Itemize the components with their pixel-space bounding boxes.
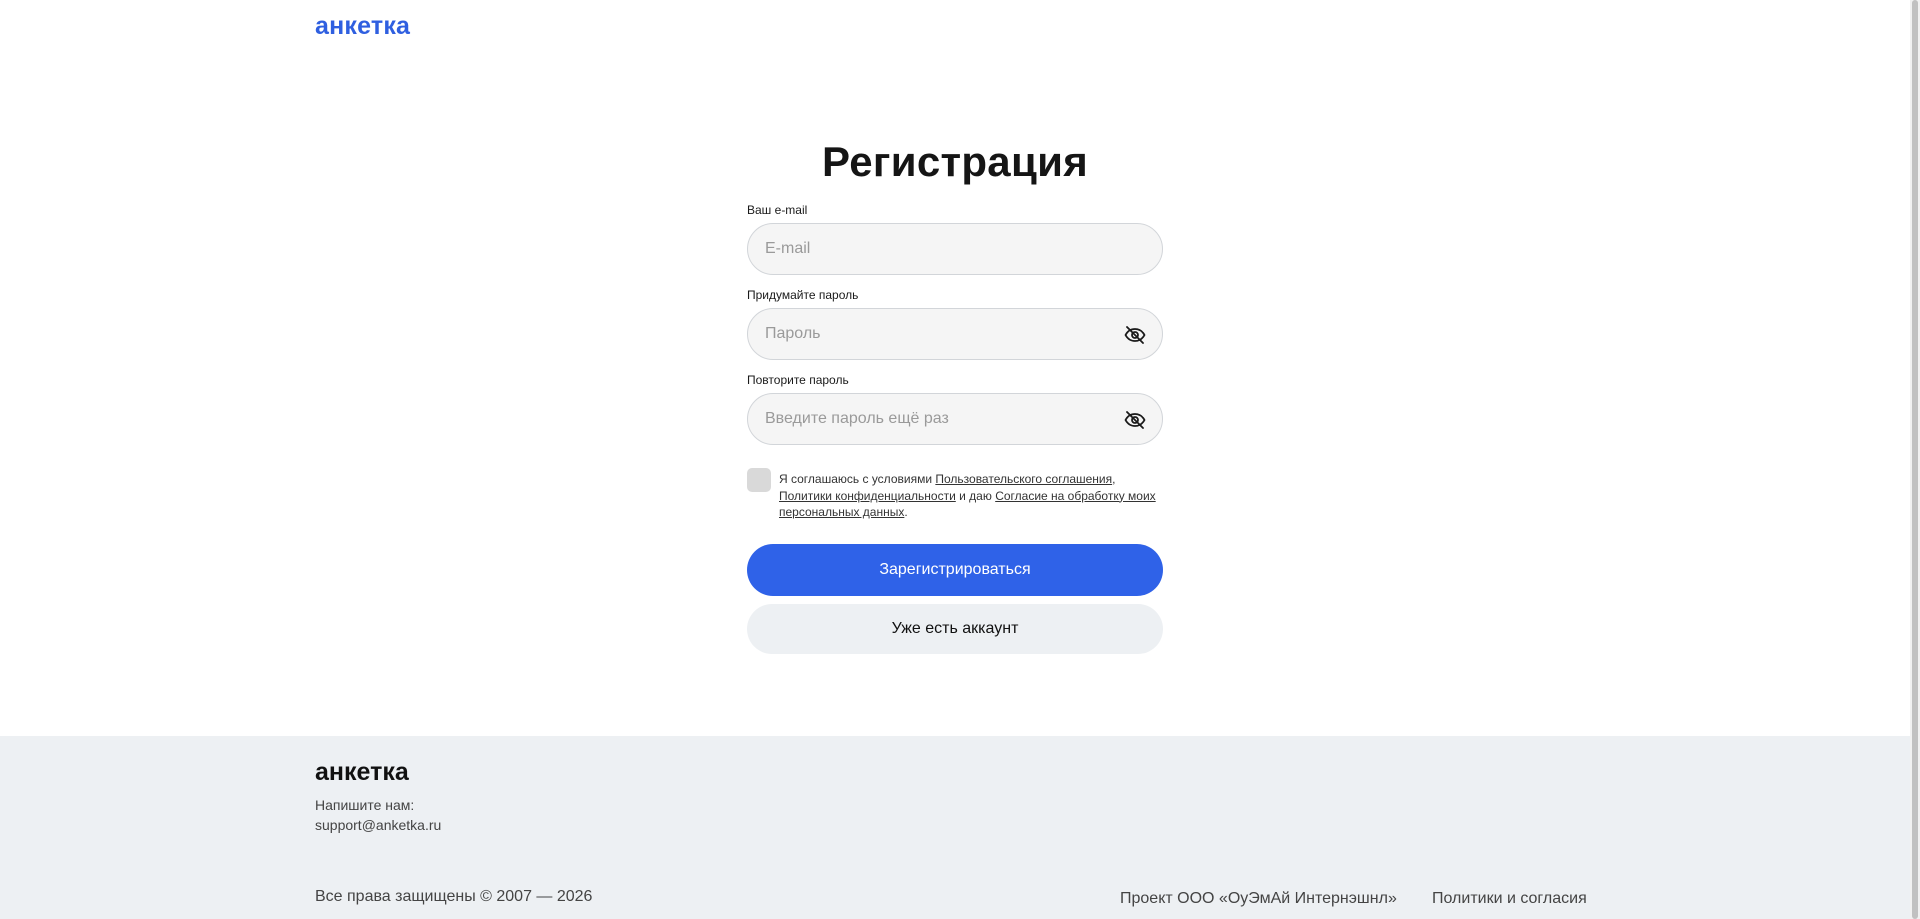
agreement-text-part: Я соглашаюсь с условиями	[779, 472, 936, 486]
password-repeat-field-box	[747, 393, 1163, 445]
password-input[interactable]	[748, 309, 1162, 359]
agreement-checkbox[interactable]	[747, 468, 771, 492]
footer-support-email[interactable]: support@anketka.ru	[315, 817, 441, 833]
page-title: Регистрация	[821, 138, 1089, 185]
footer-policies-link[interactable]: Политики и согласия	[1432, 890, 1587, 908]
email-input[interactable]	[748, 224, 1162, 274]
footer-copyright: Все права защищены © 2007 — 2026	[315, 888, 593, 905]
page-scrollbar[interactable]	[1910, 0, 1920, 919]
have-account-button[interactable]: Уже есть аккаунт	[747, 603, 1163, 654]
footer: анкетка Напишите нам: support@anketka.ru…	[0, 736, 1910, 919]
registration-page: анкетка Регистрация Ваш e-mail Придумайт…	[0, 0, 1920, 919]
scrollbar-thumb[interactable]	[1912, 0, 1918, 919]
password-repeat-input[interactable]	[748, 394, 1162, 444]
footer-project-link[interactable]: Проект ООО «ОуЭмАй Интернэшнл»	[1120, 890, 1397, 908]
password-label: Придумайте пароль	[747, 288, 859, 302]
eye-slash-icon[interactable]	[1123, 408, 1147, 432]
agreement-text-part: .	[904, 505, 908, 519]
registration-form: Регистрация Ваш e-mail Придумайте пароль…	[747, 132, 1163, 654]
agreement-text-part: и даю	[955, 488, 996, 503]
footer-logo[interactable]: анкетка	[315, 758, 409, 787]
email-field-box	[747, 223, 1163, 275]
agreement-text: Я соглашаюсь с условиями Пользовательско…	[779, 471, 1163, 521]
password-field-box	[747, 308, 1163, 360]
register-button[interactable]: Зарегистрироваться	[747, 543, 1163, 596]
header-logo[interactable]: анкетка	[315, 12, 410, 41]
password-repeat-label: Повторите пароль	[747, 373, 849, 387]
footer-contact-label: Напишите нам:	[315, 797, 415, 813]
user-agreement-link[interactable]: Пользовательского соглашения	[935, 472, 1112, 486]
eye-slash-icon[interactable]	[1123, 323, 1147, 347]
privacy-policy-link[interactable]: Политики конфиденциальности	[779, 489, 956, 503]
agreement-row: Я соглашаюсь с условиями Пользовательско…	[747, 468, 1163, 521]
email-label: Ваш e-mail	[747, 203, 808, 217]
agreement-text-part: ,	[1112, 472, 1116, 486]
header: анкетка	[315, 12, 410, 41]
